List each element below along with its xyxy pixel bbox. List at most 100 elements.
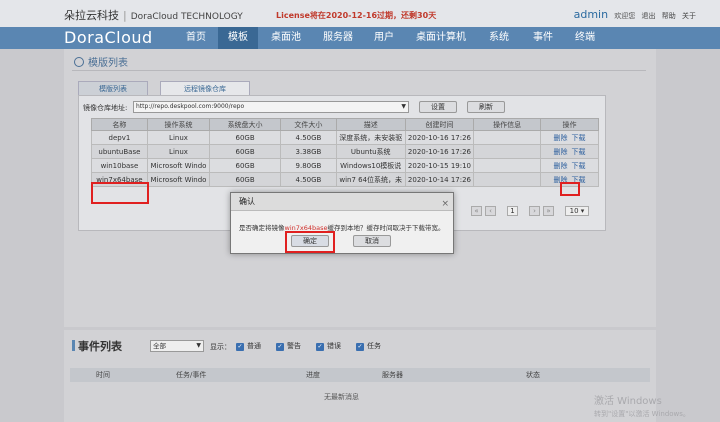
table-row[interactable]: ubuntuBase Linux 60GB 3.38GB Ubuntu系统 20… — [91, 144, 600, 159]
show-label: 显示： — [210, 343, 231, 351]
prev-page-button[interactable]: ‹ — [485, 206, 496, 216]
license-notice: License将在2020-12-16过期，还剩30天 — [276, 11, 437, 20]
page-number[interactable]: 1 — [507, 206, 518, 216]
cell-info — [473, 172, 541, 187]
cell-size: 9.80GB — [280, 158, 337, 173]
col-disk[interactable]: 系统盘大小 — [209, 118, 281, 131]
cell-info — [473, 130, 541, 145]
col-server: 服务器 — [382, 371, 403, 379]
cell-size: 4.50GB — [280, 172, 337, 187]
cell-name: ubuntuBase — [91, 144, 148, 159]
event-filter-select[interactable]: 全部 ▼ — [150, 340, 204, 352]
next-page-button[interactable]: › — [529, 206, 540, 216]
help-link[interactable]: 帮助 — [662, 12, 676, 20]
cell-size: 3.38GB — [280, 144, 337, 159]
nav-system[interactable]: 系统 — [480, 27, 518, 49]
check-icon: ✓ — [276, 343, 284, 351]
nav-users[interactable]: 用户 — [366, 27, 402, 49]
check-icon: ✓ — [316, 343, 324, 351]
welcome-text: 欢迎您 — [614, 12, 636, 20]
nav-servers[interactable]: 服务器 — [314, 27, 362, 49]
cell-created: 2020-10-16 17:26 — [404, 144, 475, 159]
about-link[interactable]: 关于 — [682, 12, 696, 20]
cell-info — [473, 144, 541, 159]
divider — [72, 70, 646, 71]
checkbox-normal[interactable]: ✓ 普通 — [236, 341, 261, 351]
cell-os: Microsoft Windo — [146, 172, 211, 187]
logout-link[interactable]: 退出 — [642, 12, 656, 20]
delete-link[interactable]: 删除 — [553, 162, 567, 170]
events-table-header: 时间 任务/事件 进度 服务器 状态 — [70, 368, 650, 382]
download-link[interactable]: 下载 — [571, 148, 585, 156]
download-link[interactable]: 下载 — [571, 162, 585, 170]
first-page-button[interactable]: « — [471, 206, 482, 216]
col-os[interactable]: 操作系统 — [146, 118, 211, 131]
tab-template-list[interactable]: 模版列表 — [78, 81, 148, 96]
cell-created: 2020-10-16 17:26 — [404, 130, 475, 145]
username: admin — [573, 8, 609, 21]
repo-label: 镜像仓库地址: — [83, 104, 128, 112]
col-name[interactable]: 名称 — [91, 118, 148, 131]
cell-name: depv1 — [91, 130, 148, 145]
cell-ops: 删除 下载 — [539, 144, 600, 159]
cell-desc: win7 64位系统，未 — [335, 172, 406, 187]
checkbox-error[interactable]: ✓ 错误 — [316, 341, 341, 351]
last-page-button[interactable]: » — [543, 206, 554, 216]
confirm-cancel-button[interactable]: 取消 — [353, 235, 391, 247]
highlight-row-name — [91, 182, 149, 204]
events-title: 事件列表 — [72, 338, 122, 354]
cell-disk: 60GB — [209, 172, 281, 187]
cell-size: 4.50GB — [280, 130, 337, 145]
brand: 朵拉云科技 | DoraCloud TECHNOLOGY — [64, 9, 243, 22]
brand-english: DoraCloud TECHNOLOGY — [130, 12, 243, 22]
checkbox-warning[interactable]: ✓ 警告 — [276, 341, 301, 351]
logo: DoraCloud — [64, 28, 153, 47]
cell-name: win10base — [91, 158, 148, 173]
nav-home[interactable]: 首页 — [176, 27, 216, 49]
dialog-title: 确认 × — [231, 193, 453, 211]
highlight-ok — [285, 231, 335, 253]
cell-desc: Windows10模板说 — [335, 158, 406, 173]
page-size-select[interactable]: 10 ▾ — [565, 206, 589, 216]
table-row[interactable]: depv1 Linux 60GB 4.50GB 深度系统，未安装驱 2020-1… — [91, 130, 600, 145]
nav-terminals[interactable]: 终端 — [566, 27, 604, 49]
cell-ops: 删除 下载 — [539, 158, 600, 173]
delete-link[interactable]: 删除 — [553, 134, 567, 142]
col-info[interactable]: 操作信息 — [473, 118, 541, 131]
cell-disk: 60GB — [209, 144, 281, 159]
delete-link[interactable]: 删除 — [553, 148, 567, 156]
globe-icon — [74, 57, 84, 67]
repo-url-select[interactable]: http://repo.deskpool.com:9000/repo ▼ — [133, 101, 409, 113]
cell-os: Linux — [146, 144, 211, 159]
close-icon[interactable]: × — [441, 195, 449, 213]
col-desc[interactable]: 描述 — [335, 118, 406, 131]
cell-desc: 深度系统，未安装驱 — [335, 130, 406, 145]
cell-desc: Ubuntu系统 — [335, 144, 406, 159]
cell-os: Microsoft Windo — [146, 158, 211, 173]
settings-button[interactable]: 设置 — [419, 101, 457, 113]
cell-created: 2020-10-14 17:26 — [404, 172, 475, 187]
brand-name: 朵拉云科技 — [64, 9, 119, 22]
top-header: 朵拉云科技 | DoraCloud TECHNOLOGY License将在2020… — [0, 0, 720, 27]
nav-desktop-computers[interactable]: 桌面计算机 — [408, 27, 474, 49]
cell-created: 2020-10-15 19:10 — [404, 158, 475, 173]
template-panel: 模版列表 模版列表 远程镜像仓库 镜像仓库地址: http://repo.des… — [64, 49, 656, 327]
check-icon: ✓ — [356, 343, 364, 351]
table-header-row: 名称 操作系统 系统盘大小 文件大小 描述 创建时间 操作信息 操作 — [91, 118, 600, 131]
checkbox-task[interactable]: ✓ 任务 — [356, 341, 381, 351]
nav-templates[interactable]: 模板 — [218, 27, 258, 49]
nav-events[interactable]: 事件 — [524, 27, 562, 49]
refresh-button[interactable]: 刷新 — [467, 101, 505, 113]
cell-ops: 删除 下载 — [539, 130, 600, 145]
col-size[interactable]: 文件大小 — [280, 118, 337, 131]
user-box: admin 欢迎您 退出 帮助 关于 — [574, 8, 696, 21]
download-link[interactable]: 下载 — [571, 134, 585, 142]
tab-remote-repo[interactable]: 远程镜像仓库 — [160, 81, 250, 96]
col-created[interactable]: 创建时间 — [404, 118, 475, 131]
confirm-dialog: 确认 × 是否确定将镜像win7x64base缓存到本地？缓存时间取决于下载带宽… — [230, 192, 454, 254]
table-row[interactable]: win7x64base Microsoft Windo 60GB 4.50GB … — [91, 172, 600, 187]
table-row[interactable]: win10base Microsoft Windo 60GB 9.80GB Wi… — [91, 158, 600, 173]
cell-disk: 60GB — [209, 158, 281, 173]
nav-desktop-pools[interactable]: 桌面池 — [262, 27, 310, 49]
cell-disk: 60GB — [209, 130, 281, 145]
